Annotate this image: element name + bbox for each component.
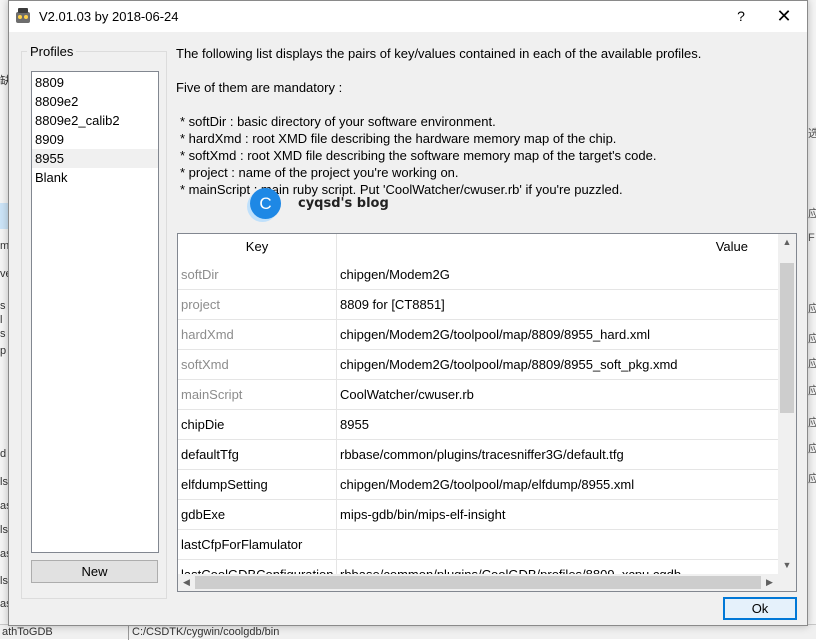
table-row[interactable]: defaultTfg rbbase/common/plugins/tracesn… bbox=[178, 440, 778, 470]
description-bullet: * hardXmd : root XMD file describing the… bbox=[180, 131, 617, 146]
description-mandatory-note: Five of them are mandatory : bbox=[176, 80, 343, 95]
background-glyph: 应 bbox=[808, 358, 816, 370]
row-value[interactable] bbox=[337, 530, 778, 560]
description-bullet: * project : name of the project you're w… bbox=[180, 165, 459, 180]
scroll-left-icon[interactable]: ◀ bbox=[178, 574, 195, 591]
table-row[interactable]: hardXmd chipgen/Modem2G/toolpool/map/880… bbox=[178, 320, 778, 350]
background-glyph: 应 bbox=[808, 208, 816, 220]
description-bullet: * softDir : basic directory of your soft… bbox=[180, 114, 496, 129]
scroll-right-icon[interactable]: ▶ bbox=[761, 574, 778, 591]
table-row[interactable]: gdbExe mips-gdb/bin/mips-elf-insight bbox=[178, 500, 778, 530]
profile-item[interactable]: 8809 bbox=[32, 73, 158, 92]
row-key: mainScript bbox=[178, 380, 337, 410]
background-status-row: athToGDB C:/CSDTK/cygwin/coolgdb/bin bbox=[0, 624, 816, 640]
table-row[interactable]: lastCfpForFlamulator bbox=[178, 530, 778, 560]
profiles-group-label: Profiles bbox=[27, 44, 77, 59]
row-value[interactable]: CoolWatcher/cwuser.rb bbox=[337, 380, 778, 410]
background-glyph: 应 bbox=[808, 303, 816, 315]
profile-item[interactable]: Blank bbox=[32, 168, 158, 187]
close-button[interactable]: ✕ bbox=[761, 1, 807, 32]
help-button[interactable]: ? bbox=[721, 1, 761, 32]
background-glyph: 应 bbox=[808, 443, 816, 455]
profiles-dialog: V2.01.03 by 2018-06-24 ? ✕ Profiles 8809… bbox=[8, 0, 808, 626]
background-label: athToGDB bbox=[2, 626, 53, 638]
row-value[interactable]: chipgen/Modem2G/toolpool/map/8809/8955_s… bbox=[337, 350, 778, 380]
watermark-logo: C bbox=[250, 188, 281, 219]
background-glyph: 应 bbox=[808, 417, 816, 429]
vertical-scroll-thumb[interactable] bbox=[780, 263, 794, 413]
profile-item-selected[interactable]: 8955 bbox=[32, 149, 158, 168]
horizontal-scroll-thumb[interactable] bbox=[195, 576, 761, 589]
row-key: project bbox=[178, 290, 337, 320]
table-rows: softDir chipgen/Modem2G project 8809 for… bbox=[178, 260, 778, 590]
table-row[interactable]: softXmd chipgen/Modem2G/toolpool/map/880… bbox=[178, 350, 778, 380]
table-row[interactable]: mainScript CoolWatcher/cwuser.rb bbox=[178, 380, 778, 410]
scrollbar-corner bbox=[778, 574, 796, 591]
background-separator bbox=[128, 625, 129, 640]
row-value[interactable]: rbbase/common/plugins/tracesniffer3G/def… bbox=[337, 440, 778, 470]
ok-button[interactable]: Ok bbox=[723, 597, 797, 620]
row-key: hardXmd bbox=[178, 320, 337, 350]
profile-item[interactable]: 8809e2 bbox=[32, 92, 158, 111]
window-title: V2.01.03 by 2018-06-24 bbox=[39, 9, 179, 24]
row-value[interactable]: 8955 bbox=[337, 410, 778, 440]
table-row[interactable]: softDir chipgen/Modem2G bbox=[178, 260, 778, 290]
row-key: softXmd bbox=[178, 350, 337, 380]
row-key: lastCfpForFlamulator bbox=[178, 530, 337, 560]
description-bullet: * mainScript : main ruby script. Put 'Co… bbox=[180, 182, 623, 197]
profile-item[interactable]: 8909 bbox=[32, 130, 158, 149]
scroll-up-icon[interactable]: ▲ bbox=[778, 234, 796, 251]
vertical-scrollbar[interactable]: ▲ ▼ bbox=[778, 234, 796, 574]
column-header-value[interactable]: Value bbox=[337, 234, 778, 260]
horizontal-scrollbar[interactable]: ◀ ▶ bbox=[178, 574, 778, 591]
profiles-list[interactable]: 8809 8809e2 8809e2_calib2 8909 8955 Blan… bbox=[31, 71, 159, 553]
description-intro: The following list displays the pairs of… bbox=[176, 46, 702, 61]
background-glyph: 选 bbox=[808, 128, 816, 140]
watermark-text: cyqsd's blog bbox=[298, 196, 389, 211]
title-bar[interactable]: V2.01.03 by 2018-06-24 ? ✕ bbox=[9, 1, 807, 32]
table-row[interactable]: elfdumpSetting chipgen/Modem2G/toolpool/… bbox=[178, 470, 778, 500]
table-header: Key Value bbox=[178, 234, 778, 274]
background-glyph: 应 bbox=[808, 473, 816, 485]
background-glyph: F bbox=[808, 232, 815, 244]
row-value[interactable]: mips-gdb/bin/mips-elf-insight bbox=[337, 500, 778, 530]
row-key: gdbExe bbox=[178, 500, 337, 530]
description-bullet: * softXmd : root XMD file describing the… bbox=[180, 148, 657, 163]
new-profile-button[interactable]: New bbox=[31, 560, 158, 583]
row-value[interactable]: 8809 for [CT8851] bbox=[337, 290, 778, 320]
background-glyph: 应 bbox=[808, 385, 816, 397]
row-value[interactable]: chipgen/Modem2G/toolpool/map/8809/8955_h… bbox=[337, 320, 778, 350]
row-value[interactable]: chipgen/Modem2G bbox=[337, 260, 778, 290]
scroll-down-icon[interactable]: ▼ bbox=[778, 557, 796, 574]
background-path: C:/CSDTK/cygwin/coolgdb/bin bbox=[132, 626, 280, 638]
row-key: elfdumpSetting bbox=[178, 470, 337, 500]
row-key: chipDie bbox=[178, 410, 337, 440]
table-row[interactable]: chipDie 8955 bbox=[178, 410, 778, 440]
table-row[interactable]: project 8809 for [CT8851] bbox=[178, 290, 778, 320]
profile-item[interactable]: 8809e2_calib2 bbox=[32, 111, 158, 130]
row-value[interactable]: chipgen/Modem2G/toolpool/map/elfdump/895… bbox=[337, 470, 778, 500]
row-key: defaultTfg bbox=[178, 440, 337, 470]
background-glyph: 应 bbox=[808, 333, 816, 345]
row-key: softDir bbox=[178, 260, 337, 290]
app-icon bbox=[16, 8, 30, 23]
key-value-table[interactable]: Key Value softDir chipgen/Modem2G projec… bbox=[177, 233, 797, 592]
